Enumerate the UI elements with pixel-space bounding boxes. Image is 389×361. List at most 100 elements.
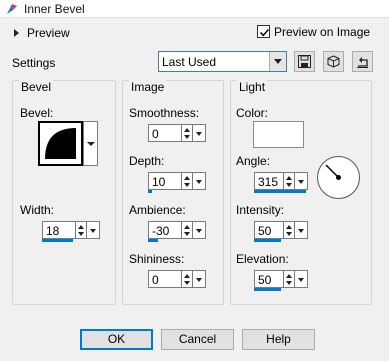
chevron-down-icon [286, 183, 292, 187]
shininess-value: 0 [152, 273, 159, 287]
reset-icon [357, 57, 368, 68]
ambience-stepper[interactable] [182, 221, 193, 239]
intensity-input[interactable]: 50 [254, 221, 284, 239]
bevel-shape-dropdown[interactable] [83, 121, 98, 166]
shininess-input[interactable]: 0 [148, 270, 182, 288]
app-icon [7, 4, 17, 14]
angle-dropdown[interactable] [295, 172, 308, 190]
depth-value: 10 [152, 175, 166, 189]
smoothness-stepper[interactable] [182, 124, 193, 142]
elevation-value: 50 [258, 273, 272, 287]
intensity-label: Intensity: [236, 203, 285, 217]
chevron-down-icon [78, 232, 84, 236]
chevron-up-icon [184, 225, 190, 229]
ambience-dropdown[interactable] [193, 221, 206, 239]
settings-selected-value: Last Used [162, 55, 217, 69]
expand-arrow-icon [14, 29, 19, 37]
width-input[interactable]: 18 [42, 221, 76, 239]
ambience-label: Ambience: [129, 203, 186, 217]
elevation-stepper[interactable] [284, 270, 295, 288]
chevron-down-icon [196, 132, 202, 136]
chevron-down-icon [298, 278, 304, 282]
randomize-button[interactable] [323, 51, 344, 72]
angle-dial[interactable] [316, 155, 361, 200]
depth-input[interactable]: 10 [148, 172, 182, 190]
elevation-dropdown[interactable] [295, 270, 308, 288]
chevron-down-icon [286, 232, 292, 236]
chevron-down-icon [184, 183, 190, 187]
depth-dropdown[interactable] [193, 172, 206, 190]
intensity-dropdown[interactable] [295, 221, 308, 239]
title-bar: Inner Bevel [0, 0, 389, 18]
settings-label: Settings [12, 56, 56, 70]
color-label: Color: [236, 106, 269, 120]
bevel-shape-picker[interactable] [38, 121, 83, 166]
settings-dropdown[interactable]: Last Used [158, 51, 287, 72]
intensity-level-bar [254, 239, 281, 242]
chevron-down-icon [184, 281, 190, 285]
chevron-down-icon [184, 232, 190, 236]
elevation-label: Elevation: [236, 252, 289, 266]
chevron-down-icon [298, 229, 304, 233]
chevron-down-icon [286, 281, 292, 285]
width-level-bar [42, 239, 73, 242]
chevron-up-icon [184, 176, 190, 180]
angle-stepper[interactable] [284, 172, 295, 190]
preview-on-image-label: Preview on Image [274, 25, 371, 39]
width-value: 18 [46, 224, 60, 238]
settings-dropdown-button[interactable] [269, 52, 286, 71]
width-label: Width: [20, 203, 55, 217]
light-color-swatch[interactable] [253, 121, 304, 148]
help-button[interactable]: Help [242, 329, 315, 350]
chevron-up-icon [78, 225, 84, 229]
ok-button[interactable]: OK [80, 329, 153, 350]
bevel-group-title: Bevel [19, 80, 54, 94]
smoothness-label: Smoothness: [129, 106, 200, 120]
chevron-down-icon [298, 180, 304, 184]
image-group-title: Image [129, 80, 167, 94]
smoothness-input[interactable]: 0 [148, 124, 182, 142]
angle-value: 315 [258, 175, 279, 189]
checkmark-icon [259, 28, 270, 37]
angle-level-bar [254, 190, 306, 193]
depth-stepper[interactable] [182, 172, 193, 190]
bevel-label: Bevel: [20, 106, 54, 120]
save-preset-icon [298, 55, 311, 68]
save-preset-button[interactable] [294, 51, 315, 72]
elevation-input[interactable]: 50 [254, 270, 284, 288]
chevron-up-icon [286, 176, 292, 180]
shininess-stepper[interactable] [182, 270, 193, 288]
reset-button[interactable] [352, 51, 373, 72]
angle-input[interactable]: 315 [254, 172, 284, 190]
preview-label: Preview [27, 26, 70, 40]
ambience-level-bar [148, 239, 158, 242]
intensity-value: 50 [258, 224, 272, 238]
width-dropdown[interactable] [87, 221, 100, 239]
checkbox-box[interactable] [257, 25, 270, 38]
ambience-value: -30 [152, 224, 170, 238]
chevron-up-icon [184, 128, 190, 132]
cube-icon [327, 55, 340, 68]
cancel-button[interactable]: Cancel [161, 329, 234, 350]
shininess-label: Shininess: [129, 252, 185, 266]
light-group-title: Light [237, 80, 268, 94]
chevron-up-icon [184, 274, 190, 278]
width-stepper[interactable] [76, 221, 87, 239]
chevron-down-icon [274, 59, 282, 64]
chevron-down-icon [90, 229, 96, 233]
chevron-up-icon [286, 225, 292, 229]
depth-label: Depth: [129, 154, 165, 168]
chevron-up-icon [286, 274, 292, 278]
shininess-dropdown[interactable] [193, 270, 206, 288]
chevron-down-icon [184, 135, 190, 139]
angle-label: Angle: [236, 154, 271, 168]
ambience-input[interactable]: -30 [148, 221, 182, 239]
elevation-level-bar [254, 288, 281, 291]
chevron-down-icon [196, 278, 202, 282]
intensity-stepper[interactable] [284, 221, 295, 239]
smoothness-dropdown[interactable] [193, 124, 206, 142]
chevron-down-icon [196, 229, 202, 233]
depth-level-bar [148, 190, 152, 193]
chevron-down-icon [87, 142, 95, 146]
chevron-down-icon [196, 180, 202, 184]
